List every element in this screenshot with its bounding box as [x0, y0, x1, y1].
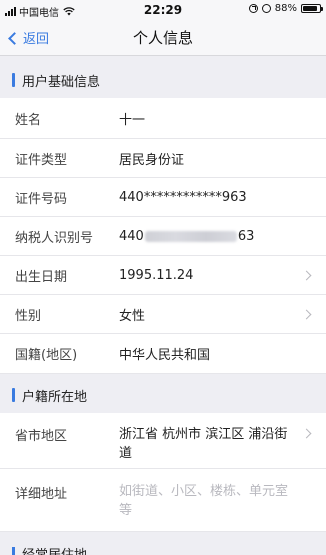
battery-percent: 88%	[274, 3, 297, 14]
row-value: 440************963	[119, 189, 247, 205]
row-taxpayer-id: 纳税人识别号 440 63	[0, 217, 326, 256]
alarm-icon	[261, 4, 271, 13]
status-bar: 中国电信 22:29 88%	[0, 0, 326, 20]
row-id-number: 证件号码 440************963	[0, 178, 326, 217]
section-accent-bar	[12, 73, 15, 87]
rotation-lock-icon	[248, 4, 258, 13]
status-right: 88%	[248, 3, 323, 14]
battery-icon	[301, 4, 323, 13]
row-label: 国籍(地区)	[15, 348, 78, 363]
section-title: 用户基础信息	[22, 74, 101, 90]
section-title: 户籍所在地	[22, 389, 88, 405]
row-detail-address[interactable]: 详细地址 如街道、小区、楼栋、单元室等	[0, 469, 326, 532]
section-header-household: 户籍所在地	[0, 377, 326, 413]
row-value: 浙江省 杭州市 滨江区 浦沿街道	[119, 427, 288, 461]
row-label: 姓名	[15, 112, 42, 128]
row-label: 省市地区	[15, 429, 68, 444]
row-gender[interactable]: 性别 女性	[0, 295, 326, 334]
chevron-right-icon	[301, 309, 312, 320]
chevron-right-icon	[301, 428, 312, 439]
section-header-residence: 经常居住地	[0, 538, 326, 555]
row-label: 性别	[15, 308, 42, 324]
chevron-right-icon	[301, 270, 312, 281]
row-id-type: 证件类型 居民身份证	[0, 139, 326, 178]
taxpayer-id-prefix: 440	[119, 228, 144, 244]
page-title: 个人信息	[132, 29, 193, 47]
section-accent-bar	[12, 546, 15, 555]
row-value: 居民身份证	[119, 152, 185, 168]
row-birth-date[interactable]: 出生日期 1995.11.24	[0, 256, 326, 295]
row-label: 证件号码	[15, 191, 68, 207]
section-title: 经常居住地	[22, 544, 87, 555]
row-value: 十一	[119, 112, 146, 128]
redacted-blur	[144, 230, 237, 242]
taxpayer-id-suffix: 63	[237, 228, 255, 244]
section-accent-bar	[12, 388, 15, 402]
detail-address-input[interactable]: 如街道、小区、楼栋、单元室等	[119, 469, 299, 531]
row-value: 中华人民共和国	[119, 348, 211, 363]
row-label: 详细地址	[15, 487, 68, 502]
row-label: 证件类型	[15, 152, 68, 168]
row-region[interactable]: 省市地区 浙江省 杭州市 滨江区 浦沿街道	[0, 413, 326, 469]
row-value: 1995.11.24	[119, 267, 194, 283]
row-value: 440 63	[119, 217, 254, 255]
row-value: 女性	[119, 308, 146, 324]
row-label: 纳税人识别号	[15, 230, 94, 246]
row-name: 姓名 十一	[0, 98, 326, 139]
nav-bar: 返回 个人信息	[0, 20, 326, 56]
row-nationality: 国籍(地区) 中华人民共和国	[0, 334, 326, 374]
section-header-basic: 用户基础信息	[0, 62, 326, 98]
row-label: 出生日期	[15, 269, 68, 285]
